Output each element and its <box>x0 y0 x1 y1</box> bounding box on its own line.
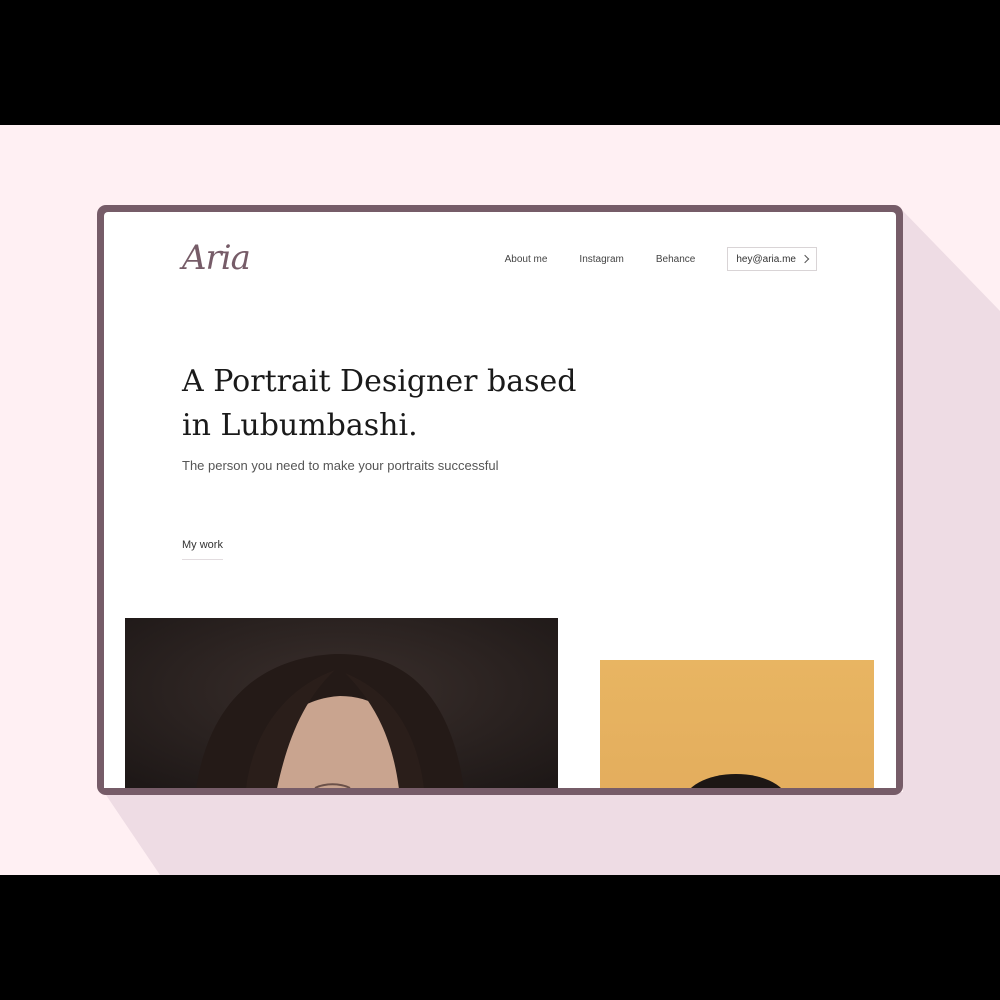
chevron-right-icon <box>800 254 810 264</box>
portrait-image-right <box>690 774 782 788</box>
top-nav: About me Instagram Behance hey@aria.me <box>505 247 817 271</box>
portrait-photo-right[interactable] <box>600 660 874 788</box>
portrait-image-left <box>125 618 558 788</box>
nav-link-behance[interactable]: Behance <box>656 254 695 265</box>
email-button[interactable]: hey@aria.me <box>727 247 817 271</box>
email-button-label: hey@aria.me <box>736 253 796 265</box>
presentation-stage: Aria About me Instagram Behance hey@aria… <box>0 125 1000 875</box>
brand-logo[interactable]: Aria <box>182 238 251 278</box>
my-work-link[interactable]: My work <box>182 539 223 560</box>
browser-frame: Aria About me Instagram Behance hey@aria… <box>97 205 903 795</box>
nav-link-instagram[interactable]: Instagram <box>579 254 623 265</box>
hero-title: A Portrait Designer based in Lubumbashi. <box>182 364 577 443</box>
website-screen: Aria About me Instagram Behance hey@aria… <box>104 212 896 788</box>
nav-link-about[interactable]: About me <box>505 254 548 265</box>
hero-subtitle: The person you need to make your portrai… <box>182 458 499 473</box>
portrait-photo-left[interactable] <box>125 618 558 788</box>
